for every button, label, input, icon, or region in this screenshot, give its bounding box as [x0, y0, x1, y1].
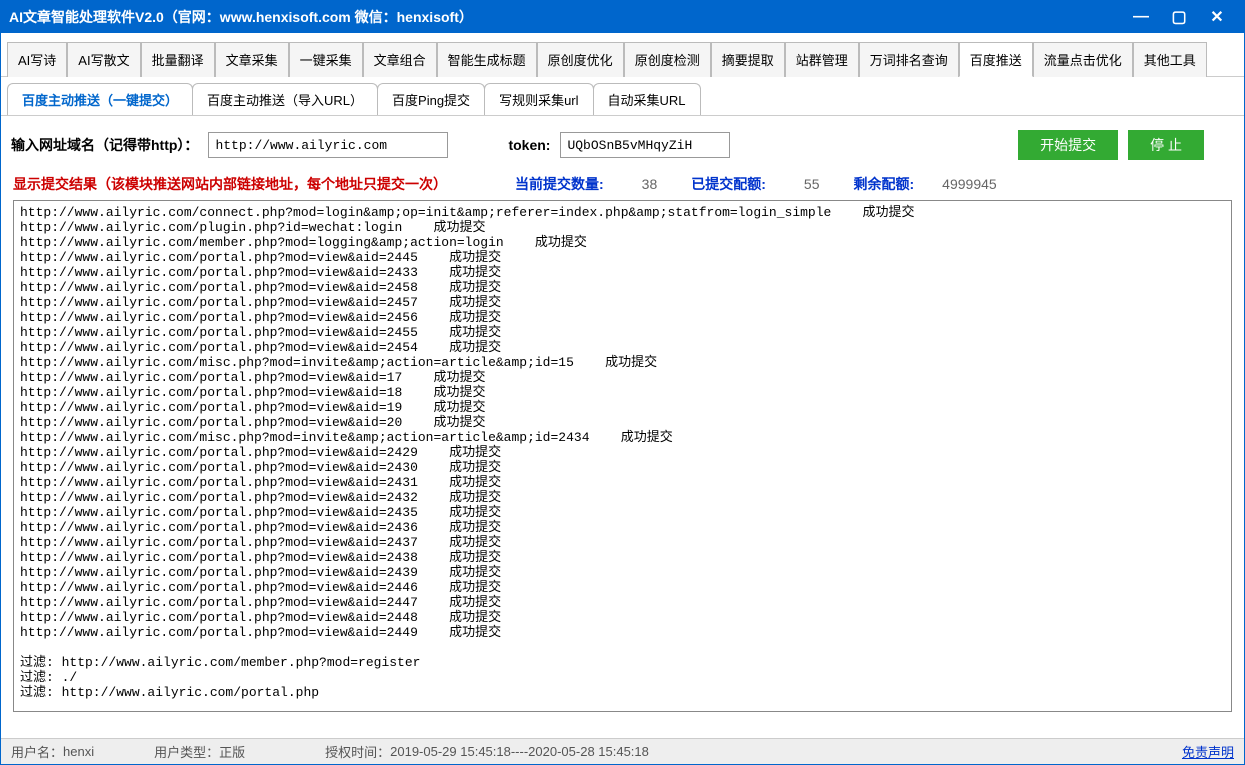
remain-label: 剩余配额: — [854, 174, 915, 194]
main-tab-4[interactable]: 一键采集 — [289, 42, 363, 77]
submitted-value: 55 — [804, 176, 820, 192]
stats-row: 显示提交结果（该模块推送网站内部链接地址，每个地址只提交一次） 当前提交数量: … — [1, 174, 1244, 200]
token-input[interactable] — [560, 132, 730, 158]
sub-tab-1[interactable]: 百度主动推送（导入URL） — [192, 83, 378, 115]
status-user-label: 用户名： — [11, 742, 63, 761]
input-row: 输入网址域名（记得带http）： token: 开始提交 停 止 — [1, 116, 1244, 174]
main-tab-1[interactable]: AI写散文 — [67, 42, 140, 77]
main-tab-7[interactable]: 原创度优化 — [537, 42, 624, 77]
result-label: 显示提交结果（该模块推送网站内部链接地址，每个地址只提交一次） — [13, 174, 447, 194]
status-type-label: 用户类型： — [154, 742, 219, 761]
status-user-value: henxi — [63, 744, 94, 759]
maximize-button[interactable]: ▢ — [1160, 1, 1198, 33]
domain-input[interactable] — [208, 132, 448, 158]
remain-value: 4999945 — [942, 176, 997, 192]
main-tabs: AI写诗AI写散文批量翻译文章采集一键采集文章组合智能生成标题原创度优化原创度检… — [1, 33, 1244, 77]
domain-label: 输入网址域名（记得带http）： — [11, 135, 198, 155]
disclaimer-link[interactable]: 免责声明 — [1182, 742, 1234, 761]
main-tab-9[interactable]: 摘要提取 — [711, 42, 785, 77]
status-auth-value: 2019-05-29 15:45:18----2020-05-28 15:45:… — [390, 744, 649, 759]
statusbar: 用户名： henxi 用户类型： 正版 授权时间： 2019-05-29 15:… — [1, 738, 1244, 764]
sub-tabs: 百度主动推送（一键提交）百度主动推送（导入URL）百度Ping提交写规则采集ur… — [1, 77, 1244, 116]
log-output[interactable]: http://www.ailyric.com/connect.php?mod=l… — [13, 200, 1232, 712]
main-tab-14[interactable]: 其他工具 — [1133, 42, 1207, 77]
sub-tab-0[interactable]: 百度主动推送（一键提交） — [7, 83, 193, 115]
token-label: token: — [508, 137, 550, 153]
main-tab-13[interactable]: 流量点击优化 — [1033, 42, 1133, 77]
status-auth-label: 授权时间： — [325, 742, 390, 761]
start-button[interactable]: 开始提交 — [1018, 130, 1118, 160]
window-title: AI文章智能处理软件V2.0（官网：www.henxisoft.com 微信：h… — [9, 7, 473, 27]
main-tab-10[interactable]: 站群管理 — [785, 42, 859, 77]
current-count-value: 38 — [642, 176, 658, 192]
stop-button[interactable]: 停 止 — [1128, 130, 1204, 160]
minimize-button[interactable]: ― — [1122, 1, 1160, 33]
close-button[interactable]: ✕ — [1198, 1, 1236, 33]
titlebar: AI文章智能处理软件V2.0（官网：www.henxisoft.com 微信：h… — [1, 1, 1244, 33]
sub-tab-3[interactable]: 写规则采集url — [484, 83, 593, 115]
window-controls: ― ▢ ✕ — [1122, 1, 1236, 33]
main-tab-3[interactable]: 文章采集 — [215, 42, 289, 77]
submitted-label: 已提交配额: — [691, 174, 766, 194]
main-tab-11[interactable]: 万词排名查询 — [859, 42, 959, 77]
sub-tab-2[interactable]: 百度Ping提交 — [377, 83, 485, 115]
current-count-label: 当前提交数量: — [515, 174, 604, 194]
main-tab-0[interactable]: AI写诗 — [7, 42, 67, 77]
main-tab-12[interactable]: 百度推送 — [959, 42, 1033, 77]
main-tab-6[interactable]: 智能生成标题 — [437, 42, 537, 77]
sub-tab-4[interactable]: 自动采集URL — [593, 83, 701, 115]
status-type-value: 正版 — [219, 742, 245, 761]
main-tab-5[interactable]: 文章组合 — [363, 42, 437, 77]
main-tab-8[interactable]: 原创度检测 — [624, 42, 711, 77]
main-tab-2[interactable]: 批量翻译 — [141, 42, 215, 77]
